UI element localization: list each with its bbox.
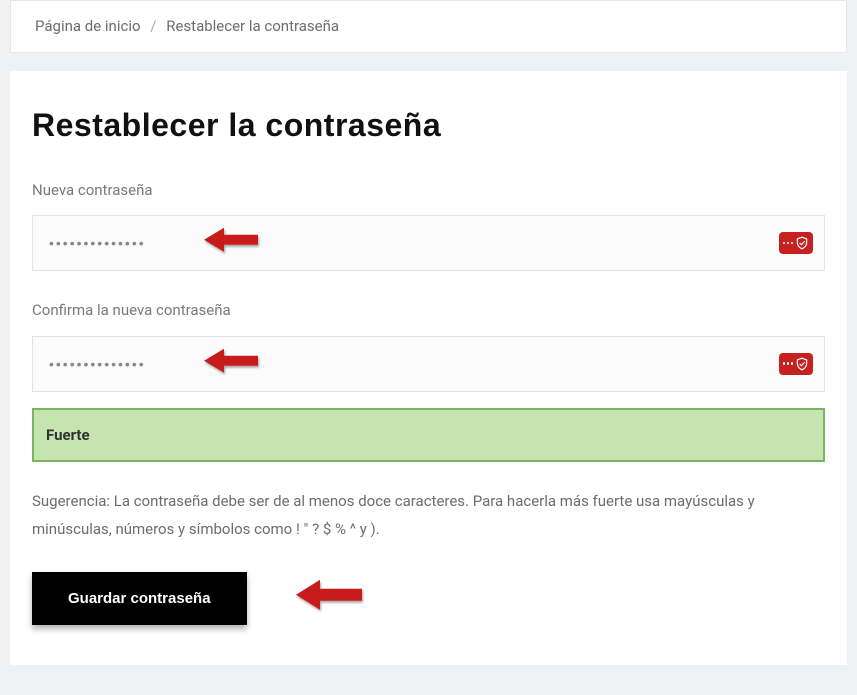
breadcrumb-separator: / xyxy=(150,17,156,35)
breadcrumb-current: Restablecer la contraseña xyxy=(166,17,339,35)
new-password-field[interactable] xyxy=(32,215,825,271)
confirm-password-input-wrap xyxy=(32,336,825,392)
breadcrumb: Página de inicio / Restablecer la contra… xyxy=(10,0,847,53)
confirm-password-field[interactable] xyxy=(32,336,825,392)
confirm-password-label: Confirma la nueva contraseña xyxy=(32,299,825,322)
new-password-input-wrap xyxy=(32,215,825,271)
password-strength-label: Fuerte xyxy=(46,426,90,444)
breadcrumb-home-link[interactable]: Página de inicio xyxy=(35,17,141,35)
page-title: Restablecer la contraseña xyxy=(32,101,825,149)
annotation-arrow-icon xyxy=(294,577,366,620)
password-manager-icon[interactable] xyxy=(779,232,813,254)
password-manager-icon[interactable] xyxy=(779,353,813,375)
password-strength-meter: Fuerte xyxy=(32,408,825,463)
password-hint: Sugerencia: La contraseña debe ser de al… xyxy=(32,488,772,544)
submit-button-wrap: Guardar contraseña xyxy=(32,572,247,625)
reset-password-card: Restablecer la contraseña Nueva contrase… xyxy=(10,71,847,665)
new-password-label: Nueva contraseña xyxy=(32,179,825,202)
save-password-button[interactable]: Guardar contraseña xyxy=(32,572,247,625)
